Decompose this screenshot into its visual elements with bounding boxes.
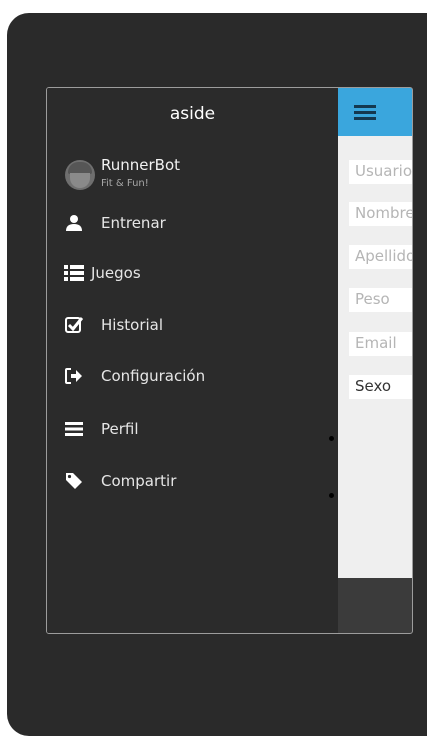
bottom-bar: [338, 578, 412, 633]
device-frame: aside RunnerBot Fit & Fun! Entrenar Jueg…: [7, 13, 427, 736]
tag-icon: [63, 470, 85, 492]
email-field[interactable]: Email: [349, 332, 412, 356]
user-icon: [63, 212, 85, 234]
top-bar: [338, 88, 412, 136]
divider-dot: [329, 493, 334, 498]
menu-label-historial: Historial: [101, 316, 164, 334]
bars-icon: [63, 418, 85, 440]
aside-title: aside: [169, 104, 216, 124]
apellido-field[interactable]: Apellido: [349, 245, 412, 269]
menu-label-configuracion: Configuración: [101, 367, 206, 385]
sexo-select[interactable]: Sexo: [349, 375, 412, 399]
profile-name: RunnerBot: [101, 156, 181, 174]
app-screen: aside RunnerBot Fit & Fun! Entrenar Jueg…: [46, 87, 413, 634]
peso-field[interactable]: Peso: [349, 288, 412, 312]
list-icon: [63, 262, 85, 284]
menu-label-perfil: Perfil: [101, 420, 139, 438]
menu-item-perfil[interactable]: Perfil: [63, 414, 323, 444]
robot-avatar-icon: [65, 160, 95, 190]
main-content: Usuario Nombre Apellido Peso Email Sexo: [338, 88, 412, 633]
menu-item-entrenar[interactable]: Entrenar: [63, 208, 323, 238]
menu-item-juegos[interactable]: Juegos: [63, 258, 323, 288]
menu-item-configuracion[interactable]: Configuración: [63, 361, 323, 391]
menu-label-entrenar: Entrenar: [101, 214, 166, 232]
hamburger-icon[interactable]: [354, 105, 376, 120]
usuario-field[interactable]: Usuario: [349, 160, 412, 184]
menu-label-juegos: Juegos: [91, 264, 141, 282]
nombre-field[interactable]: Nombre: [349, 202, 412, 226]
sign-out-icon: [63, 365, 85, 387]
menu-item-compartir[interactable]: Compartir: [63, 466, 323, 496]
side-menu: aside RunnerBot Fit & Fun! Entrenar Jueg…: [47, 88, 338, 633]
menu-label-compartir: Compartir: [101, 472, 177, 490]
menu-item-historial[interactable]: Historial: [63, 310, 323, 340]
divider-dot: [329, 436, 334, 441]
checkbox-icon: [63, 314, 85, 336]
profile-tagline: Fit & Fun!: [101, 178, 149, 189]
